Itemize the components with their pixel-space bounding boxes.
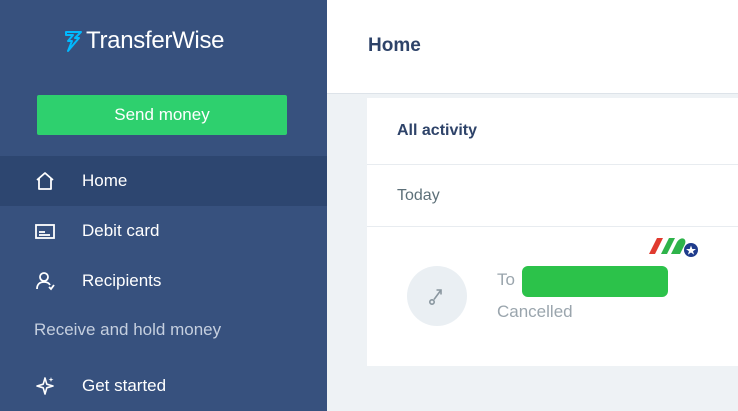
transferwise-logo[interactable]: TransferWise (64, 24, 225, 58)
page-title: Home (368, 35, 421, 56)
sparkle-icon (34, 375, 56, 397)
sidebar-item-get-started[interactable]: Get started (0, 361, 327, 411)
transaction-prefix: To (497, 270, 515, 289)
sidebar-item-label: Debit card (82, 221, 160, 240)
recipients-icon (34, 270, 56, 292)
transfer-arrow-icon (407, 266, 467, 326)
transaction-status: Cancelled (497, 302, 573, 321)
sidebar-item-label: Get started (82, 376, 167, 395)
transferwise-flag-icon (64, 29, 84, 53)
brand-name: TransferWise (86, 27, 225, 54)
top-bar: Home (327, 0, 738, 94)
sidebar-item-debit-card[interactable]: Debit card (0, 206, 327, 256)
watermark-logo (647, 230, 701, 260)
date-group-label: Today (397, 187, 440, 204)
sidebar-item-label: Recipients (82, 271, 162, 290)
section-label-receive-and-hold: Receive and hold money (34, 320, 222, 339)
redacted-recipient-name (522, 266, 668, 297)
divider (367, 164, 738, 165)
card-icon (34, 220, 56, 242)
sidebar-item-home[interactable]: Home (0, 156, 327, 206)
sidebar-item-label: Home (82, 171, 128, 190)
sidebar: TransferWise Send money Home Debit card (0, 0, 327, 411)
tab-all-activity[interactable]: All activity (397, 122, 477, 140)
sidebar-item-recipients[interactable]: Recipients (0, 256, 327, 306)
home-icon (34, 170, 56, 192)
send-money-button[interactable]: Send money (37, 95, 287, 135)
